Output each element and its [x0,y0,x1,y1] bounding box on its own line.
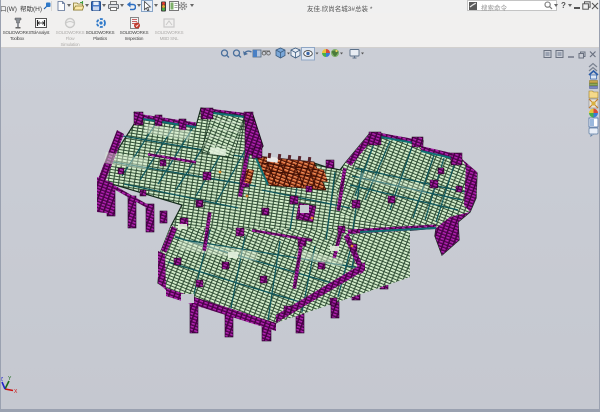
svg-text:X: X [14,389,18,395]
svg-text:Z: Z [0,377,3,383]
svg-text:Y: Y [8,376,12,382]
